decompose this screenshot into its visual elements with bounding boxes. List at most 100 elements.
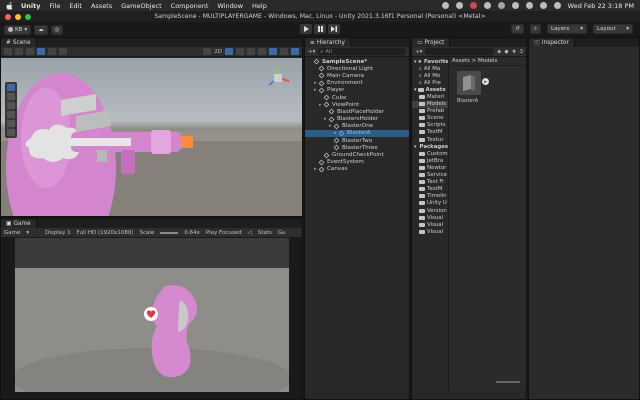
- asset-expand-icon[interactable]: ▸: [482, 78, 489, 85]
- hierarchy-item[interactable]: ▸ BlastersHolder: [305, 116, 409, 123]
- asset-item[interactable]: ▸ BlasterA: [457, 71, 489, 104]
- cloud-button[interactable]: ☁: [34, 24, 48, 35]
- increment-snap-icon[interactable]: [59, 48, 67, 55]
- twod-toggle[interactable]: 2D: [214, 49, 222, 55]
- project-tree-item[interactable]: Visual: [412, 214, 448, 221]
- play-button[interactable]: [300, 24, 312, 34]
- project-tree-item[interactable]: Prefab: [412, 108, 448, 115]
- tab-scene[interactable]: # Scene: [1, 38, 37, 47]
- layers-dropdown[interactable]: Layers ▾: [547, 24, 587, 34]
- layout-dropdown[interactable]: Layout ▾: [593, 24, 633, 34]
- favorite-icon[interactable]: ★: [512, 49, 517, 55]
- apple-icon[interactable]: [6, 1, 13, 10]
- project-tree-item[interactable]: Newtor: [412, 164, 448, 171]
- project-tree-item[interactable]: ⌕ All Ma: [412, 65, 448, 72]
- gizmos-toggle[interactable]: Gu: [278, 230, 286, 236]
- project-tree-item[interactable]: Scripts: [412, 122, 448, 129]
- filter-icon[interactable]: ◈: [497, 49, 501, 55]
- breadcrumb[interactable]: Assets > Models: [449, 57, 526, 66]
- hierarchy-item[interactable]: Cube: [305, 94, 409, 101]
- bluetooth-icon[interactable]: [511, 2, 519, 9]
- project-tree-item[interactable]: Scene: [412, 115, 448, 122]
- audio-icon[interactable]: [236, 48, 244, 55]
- tab-project[interactable]: ▭ Project: [412, 38, 451, 47]
- project-tree-item[interactable]: Materi: [412, 93, 448, 100]
- camera-icon[interactable]: [280, 48, 288, 55]
- resolution-dropdown[interactable]: Full HD (1920x1080): [77, 230, 134, 236]
- project-tree-item[interactable]: Unity U: [412, 200, 448, 207]
- lighting-icon[interactable]: [225, 48, 233, 55]
- global-icon[interactable]: [48, 48, 56, 55]
- menu-gameobject[interactable]: GameObject: [121, 2, 162, 10]
- hierarchy-search-input[interactable]: ⌕ All: [318, 48, 406, 55]
- search-button[interactable]: ⌕: [529, 24, 541, 34]
- hierarchy-item[interactable]: GroundCheckPoint: [305, 151, 409, 158]
- hierarchy-item[interactable]: BlasterThree: [305, 144, 409, 151]
- menu-file[interactable]: File: [49, 2, 60, 10]
- pivot-icon[interactable]: [37, 48, 45, 55]
- transform-tool-icon[interactable]: [7, 129, 15, 136]
- search-icon[interactable]: [539, 2, 547, 9]
- project-search-input[interactable]: [425, 48, 495, 55]
- hierarchy-item[interactable]: ▸ Environment: [305, 80, 409, 87]
- menu-window[interactable]: Window: [217, 2, 243, 10]
- hierarchy-item[interactable]: BlastPlaceHolder: [305, 108, 409, 115]
- hierarchy-item[interactable]: EventSystem: [305, 159, 409, 166]
- grid-icon[interactable]: [15, 48, 23, 55]
- orientation-gizmo[interactable]: [263, 63, 293, 93]
- expand-arrow-icon[interactable]: ▾: [414, 87, 417, 93]
- menu-component[interactable]: Component: [171, 2, 209, 10]
- move-tool-icon[interactable]: [7, 93, 15, 100]
- hierarchy-item[interactable]: ▸ ViewPoint: [305, 101, 409, 108]
- game-viewport[interactable]: [15, 238, 289, 392]
- status-icon[interactable]: [483, 2, 491, 9]
- project-tree-item[interactable]: ▾ Packages: [412, 143, 448, 150]
- gizmos-icon[interactable]: [291, 48, 299, 55]
- expand-arrow-icon[interactable]: ▾: [414, 144, 417, 150]
- zoom-window-button[interactable]: [25, 14, 31, 20]
- label-icon[interactable]: ◆: [504, 49, 508, 55]
- hierarchy-item[interactable]: ▸ Canvas: [305, 166, 409, 173]
- hierarchy-item[interactable]: SampleScene*: [305, 58, 409, 65]
- snap-icon[interactable]: [26, 48, 34, 55]
- project-tree-item[interactable]: Version: [412, 207, 448, 214]
- clock[interactable]: Wed Feb 22 3:18 PM: [568, 2, 634, 10]
- hierarchy-item[interactable]: Main Camera: [305, 72, 409, 79]
- hierarchy-item[interactable]: BlasterTwo: [305, 137, 409, 144]
- pause-button[interactable]: [314, 24, 326, 34]
- rect-tool-icon[interactable]: [7, 120, 15, 127]
- shading-icon[interactable]: [203, 48, 212, 55]
- stats-toggle[interactable]: Stats: [258, 230, 272, 236]
- control-center-icon[interactable]: [553, 2, 561, 9]
- project-tree-item[interactable]: Custom: [412, 150, 448, 157]
- hierarchy-item[interactable]: ▸ BlasterOne: [305, 123, 409, 130]
- project-tree-item[interactable]: Visual: [412, 228, 448, 235]
- menu-assets[interactable]: Assets: [91, 2, 112, 10]
- collab-button[interactable]: ◎: [50, 24, 64, 35]
- project-tree-item[interactable]: Visual: [412, 221, 448, 228]
- tab-inspector[interactable]: ⓘ Inspector: [529, 38, 575, 47]
- play-mode-dropdown[interactable]: Play Focused: [206, 230, 242, 236]
- menu-app-unity[interactable]: Unity: [21, 2, 40, 10]
- hand-tool-icon[interactable]: [7, 84, 15, 91]
- display-dropdown[interactable]: Display 1: [45, 230, 71, 236]
- project-tree-item[interactable]: JetBra: [412, 157, 448, 164]
- project-tree-item[interactable]: ▾ Assets: [412, 86, 448, 93]
- dropbox-icon[interactable]: [497, 2, 505, 9]
- project-tree-item[interactable]: TextM: [412, 129, 448, 136]
- history-button[interactable]: ↺: [511, 24, 524, 34]
- hierarchy-item[interactable]: Directional Light: [305, 65, 409, 72]
- tools-icon[interactable]: [269, 48, 277, 55]
- project-tree-item[interactable]: Textur: [412, 136, 448, 143]
- hierarchy-item[interactable]: ▸ Player: [305, 87, 409, 94]
- project-tree-item[interactable]: ▾★Favorites: [412, 58, 448, 65]
- minimize-window-button[interactable]: [15, 14, 21, 20]
- step-button[interactable]: [328, 24, 340, 34]
- tab-hierarchy[interactable]: ≡ Hierarchy: [305, 38, 351, 47]
- hierarchy-item[interactable]: ▸ BlasterA: [305, 129, 409, 138]
- hidden-objects-icon[interactable]: [258, 48, 266, 55]
- project-tree-item[interactable]: ⌕ All Mo: [412, 72, 448, 79]
- status-icon[interactable]: [455, 2, 463, 9]
- wifi-icon[interactable]: [525, 2, 533, 9]
- mute-audio-icon[interactable]: ◁: [248, 230, 252, 236]
